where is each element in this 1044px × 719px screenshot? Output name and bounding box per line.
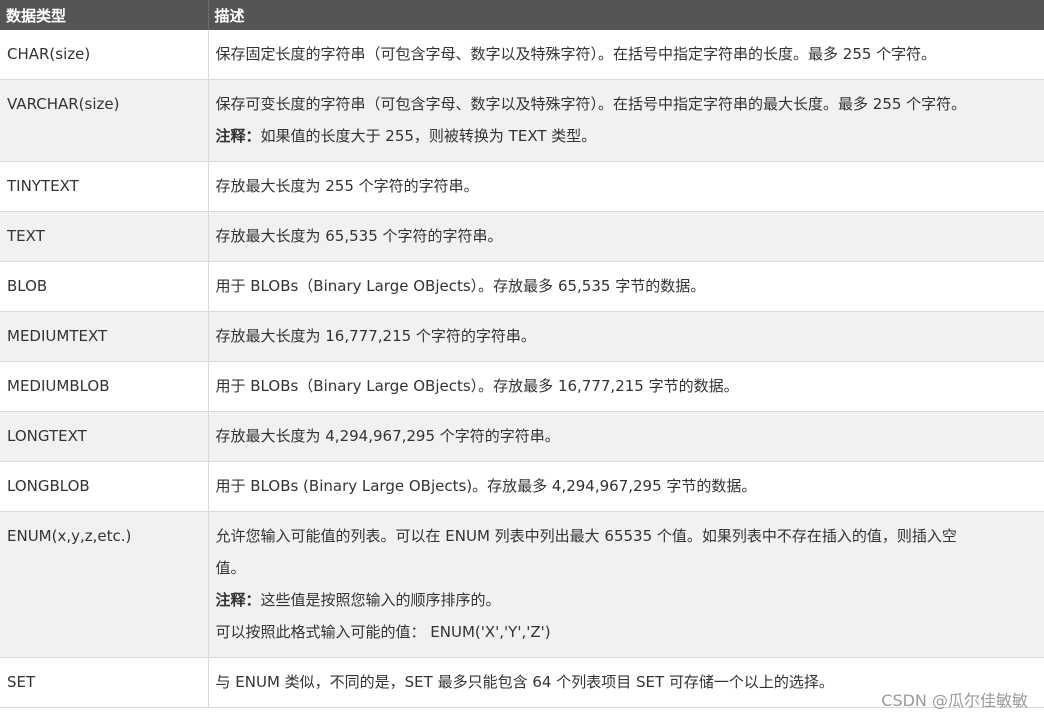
description-cell: 存放最大长度为 65,535 个字符的字符串。 xyxy=(208,211,1044,262)
type-cell: LONGBLOB xyxy=(0,461,209,512)
format-example: 可以按照此格式输入可能的值： ENUM('X','Y','Z') xyxy=(215,623,551,641)
table-row: VARCHAR(size) 保存可变长度的字符串（可包含字母、数字以及特殊字符）… xyxy=(0,79,1044,162)
header-description: 描述 xyxy=(208,0,1044,30)
table-row: MEDIUMBLOB 用于 BLOBs（Binary Large OBjects… xyxy=(0,361,1044,412)
watermark: CSDN @瓜尔佳敏敏 xyxy=(881,691,1028,710)
description-cell: 用于 BLOBs (Binary Large OBjects)。存放最多 4,2… xyxy=(208,461,1044,512)
type-cell: ENUM(x,y,z,etc.) xyxy=(0,511,209,658)
note-label: 注释： xyxy=(215,591,261,609)
table-row: ENUM(x,y,z,etc.) 允许您输入可能值的列表。可以在 ENUM 列表… xyxy=(0,511,1044,658)
description-text: 保存可变长度的字符串（可包含字母、数字以及特殊字符）。在括号中指定字符串的最大长… xyxy=(215,95,967,113)
note-line: 注释：这些值是按照您输入的顺序排序的。 xyxy=(216,584,1037,616)
description-cell: 存放最大长度为 4,294,967,295 个字符的字符串。 xyxy=(208,411,1044,462)
note-label: 注释： xyxy=(215,127,261,145)
table-row: LONGTEXT 存放最大长度为 4,294,967,295 个字符的字符串。 xyxy=(0,411,1044,462)
type-cell: BLOB xyxy=(0,261,209,312)
data-types-table: 数据类型 描述 CHAR(size) 保存固定长度的字符串（可包含字母、数字以及… xyxy=(0,0,1044,708)
type-cell: MEDIUMBLOB xyxy=(0,361,209,412)
type-cell: CHAR(size) xyxy=(0,30,209,80)
description-cell: 保存固定长度的字符串（可包含字母、数字以及特殊字符）。在括号中指定字符串的长度。… xyxy=(208,30,1044,80)
type-cell: SET xyxy=(0,657,209,708)
description-text-continued: 值。 xyxy=(215,559,246,577)
note-text: 这些值是按照您输入的顺序排序的。 xyxy=(260,591,501,609)
description-cell: 允许您输入可能值的列表。可以在 ENUM 列表中列出最大 65535 个值。如果… xyxy=(208,511,1044,658)
description-cell: 用于 BLOBs（Binary Large OBjects）。存放最多 65,5… xyxy=(208,261,1044,312)
description-cell: 保存可变长度的字符串（可包含字母、数字以及特殊字符）。在括号中指定字符串的最大长… xyxy=(208,79,1044,162)
type-cell: VARCHAR(size) xyxy=(0,79,209,162)
table-row: LONGBLOB 用于 BLOBs (Binary Large OBjects)… xyxy=(0,461,1044,512)
description-cell: 用于 BLOBs（Binary Large OBjects）。存放最多 16,7… xyxy=(208,361,1044,412)
description-cell: 存放最大长度为 255 个字符的字符串。 xyxy=(208,161,1044,212)
table-row: BLOB 用于 BLOBs（Binary Large OBjects）。存放最多… xyxy=(0,261,1044,312)
description-text: 允许您输入可能值的列表。可以在 ENUM 列表中列出最大 65535 个值。如果… xyxy=(215,527,957,545)
note-line: 注释：如果值的长度大于 255，则被转换为 TEXT 类型。 xyxy=(216,120,1037,152)
table-row: MEDIUMTEXT 存放最大长度为 16,777,215 个字符的字符串。 xyxy=(0,311,1044,362)
type-cell: TINYTEXT xyxy=(0,161,209,212)
table-row: TEXT 存放最大长度为 65,535 个字符的字符串。 xyxy=(0,211,1044,262)
type-cell: TEXT xyxy=(0,211,209,262)
header-type: 数据类型 xyxy=(0,0,209,30)
table-row: CHAR(size) 保存固定长度的字符串（可包含字母、数字以及特殊字符）。在括… xyxy=(0,30,1044,80)
type-cell: LONGTEXT xyxy=(0,411,209,462)
description-cell: 存放最大长度为 16,777,215 个字符的字符串。 xyxy=(208,311,1044,362)
note-text: 如果值的长度大于 255，则被转换为 TEXT 类型。 xyxy=(260,127,597,145)
type-cell: MEDIUMTEXT xyxy=(0,311,209,362)
table-header-row: 数据类型 描述 xyxy=(0,0,1044,30)
table-row: TINYTEXT 存放最大长度为 255 个字符的字符串。 xyxy=(0,161,1044,212)
